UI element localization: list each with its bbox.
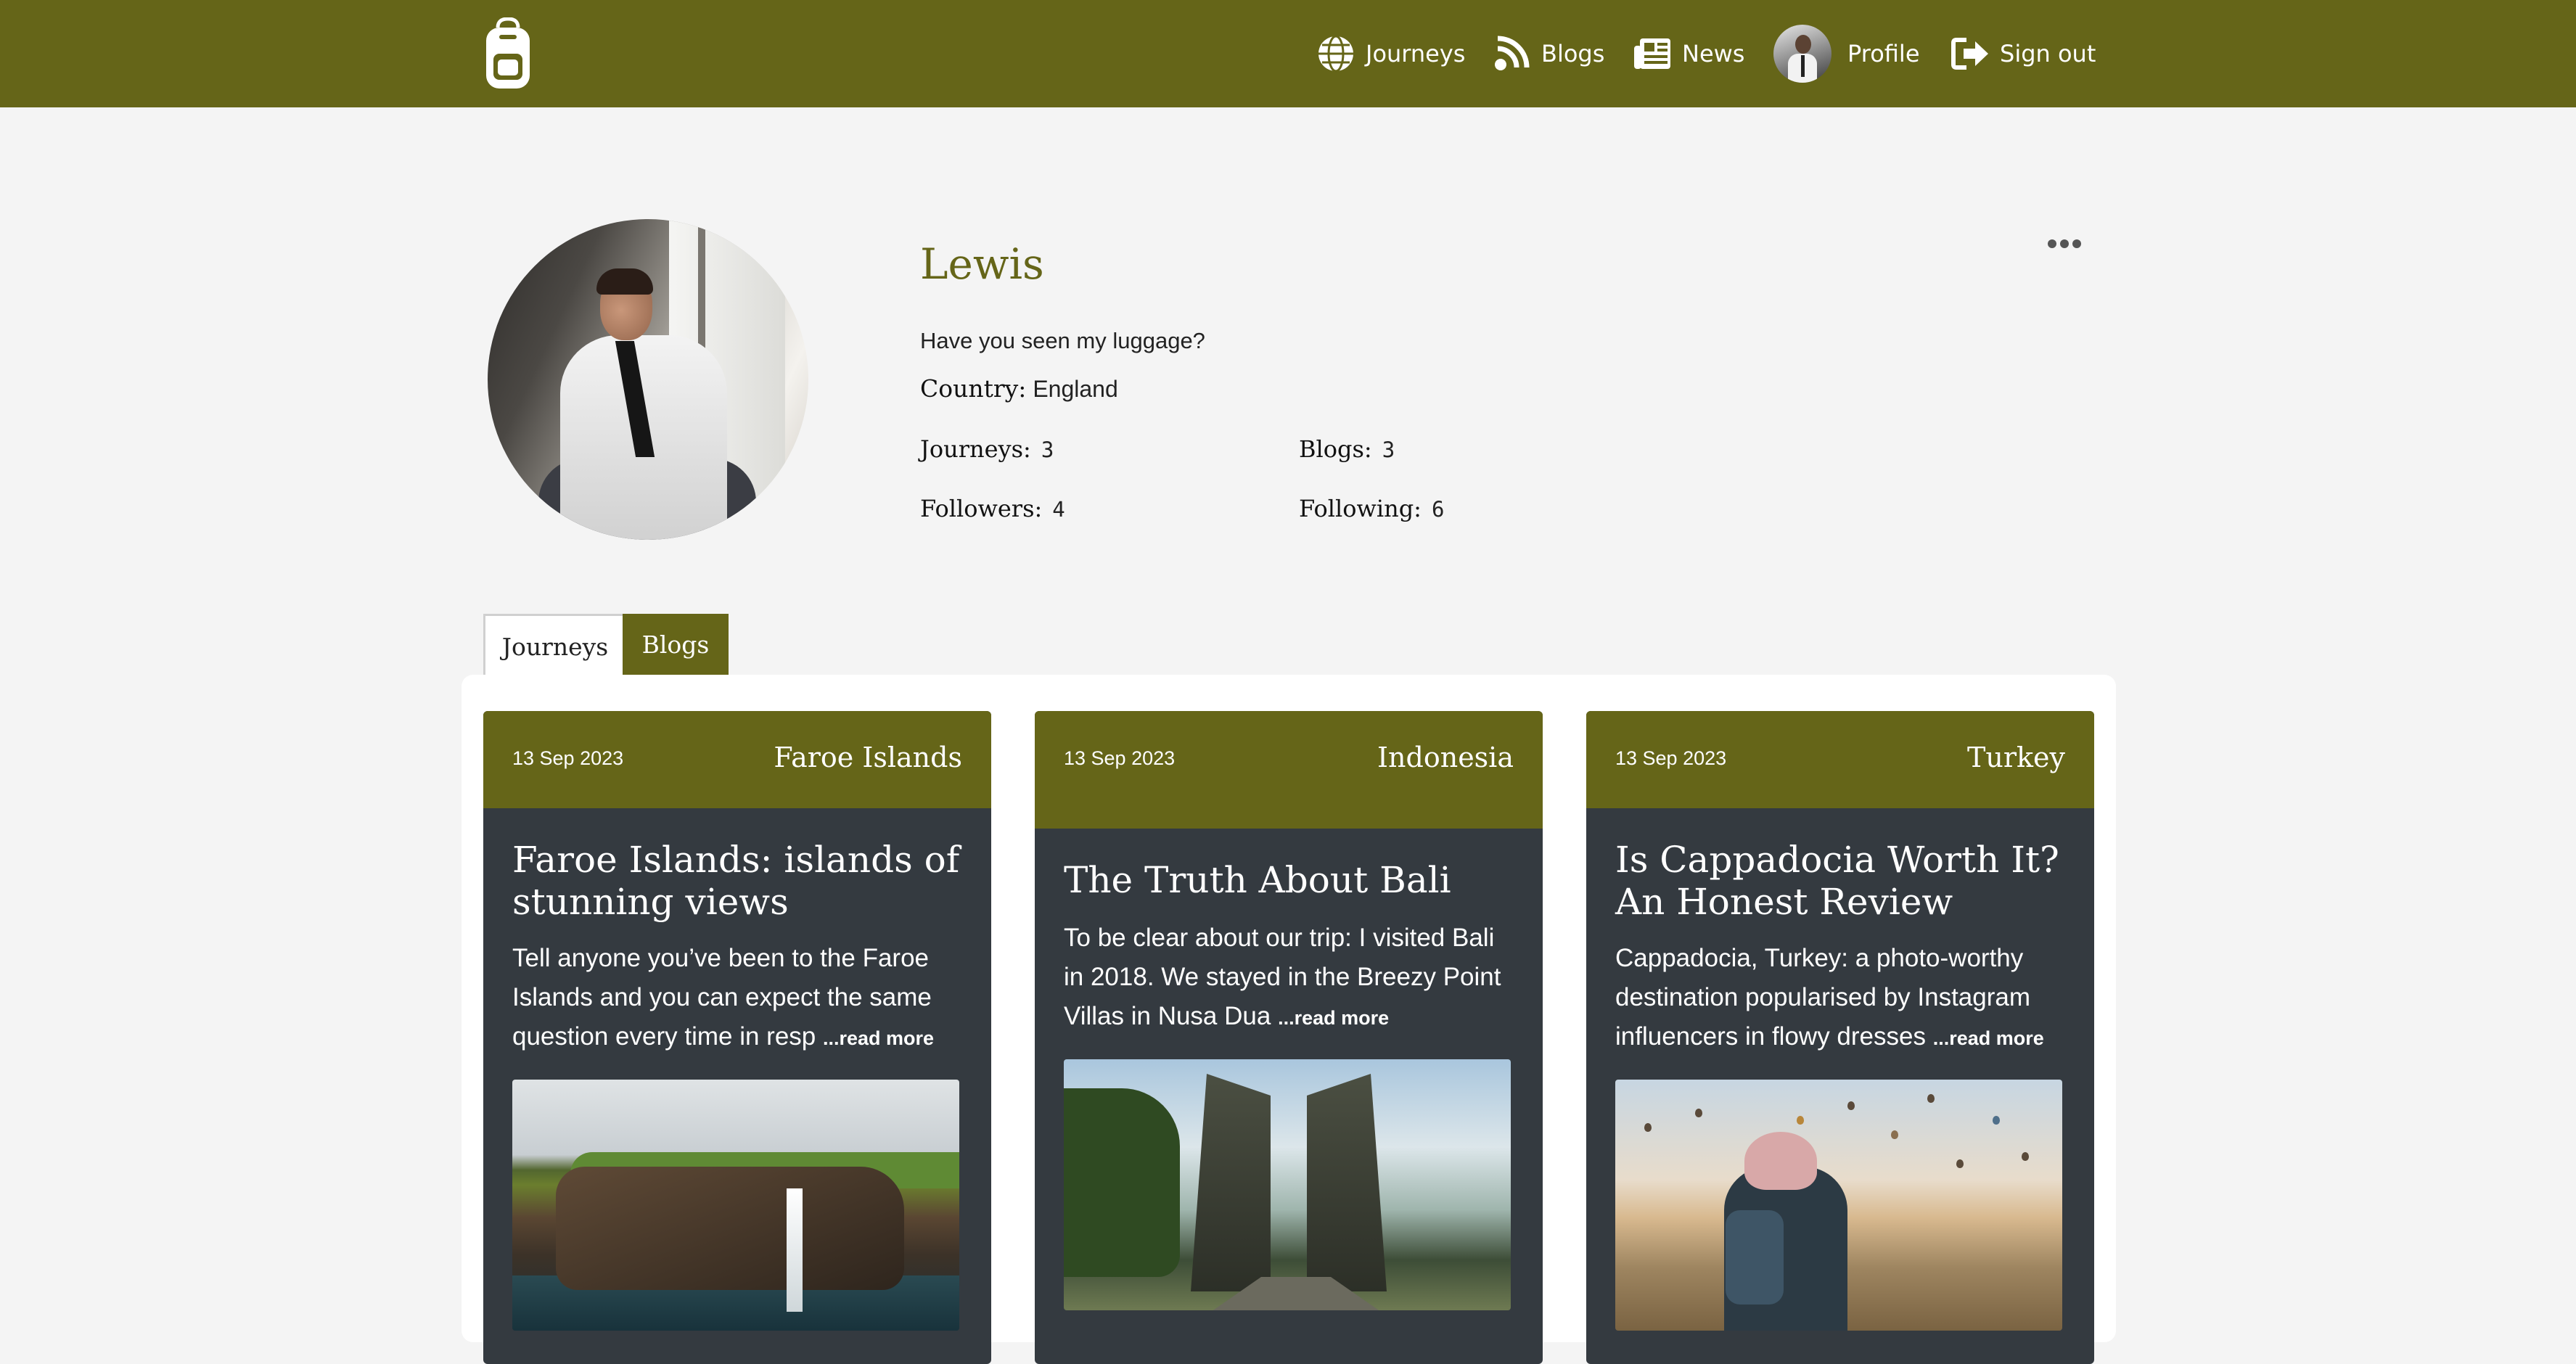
profile-bio: Have you seen my luggage? — [920, 328, 1205, 353]
card-date: 13 Sep 2023 — [1615, 747, 1727, 769]
profile-country: Country: England — [920, 374, 1118, 403]
card-country: Indonesia — [1377, 741, 1514, 773]
stat-blogs-label: Blogs: — [1299, 435, 1372, 463]
card-title[interactable]: The Truth About Bali — [1064, 859, 1514, 901]
profile-name: Lewis — [920, 239, 1044, 289]
stat-journeys-value: 3 — [1041, 437, 1054, 462]
card-title[interactable]: Faroe Islands: islands of stunning views — [512, 839, 962, 923]
card-country: Turkey — [1967, 741, 2065, 773]
nav-news-label: News — [1682, 40, 1745, 67]
country-value: England — [1033, 376, 1118, 402]
backpack-logo-icon[interactable] — [482, 17, 534, 90]
card-image — [512, 1080, 959, 1331]
top-navbar: Journeys Blogs News Profile Sign out — [0, 0, 2576, 107]
tab-blogs[interactable]: Blogs — [623, 614, 729, 675]
card-title[interactable]: Is Cappadocia Worth It? An Honest Review — [1615, 839, 2065, 923]
nav-profile-label: Profile — [1847, 40, 1920, 67]
read-more-link[interactable]: ...read more — [1933, 1027, 2044, 1049]
sign-out-icon — [1951, 38, 1988, 70]
globe-icon — [1318, 35, 1353, 73]
card-header: 13 Sep 2023 Indonesia — [1035, 711, 1543, 829]
read-more-link[interactable]: ...read more — [823, 1027, 934, 1049]
nav-blogs[interactable]: Blogs — [1492, 0, 1604, 107]
card-header: 13 Sep 2023 Faroe Islands — [483, 711, 991, 808]
journey-card[interactable]: 13 Sep 2023 Indonesia The Truth About Ba… — [1035, 711, 1543, 1364]
card-date: 13 Sep 2023 — [512, 747, 624, 769]
card-date: 13 Sep 2023 — [1064, 747, 1176, 769]
stat-following-value: 6 — [1431, 497, 1445, 522]
card-header: 13 Sep 2023 Turkey — [1586, 711, 2094, 808]
rss-icon — [1495, 36, 1530, 70]
tab-journeys[interactable]: Journeys — [483, 614, 625, 677]
nav-profile[interactable]: Profile — [1773, 0, 1920, 107]
stat-blogs: Blogs: 3 — [1299, 435, 1395, 463]
nav-blogs-label: Blogs — [1541, 40, 1605, 67]
nav-journeys-label: Journeys — [1366, 40, 1466, 67]
card-excerpt: Cappadocia, Turkey: a photo-worthy desti… — [1615, 939, 2072, 1058]
card-image — [1615, 1080, 2062, 1331]
stat-followers[interactable]: Followers: 4 — [920, 495, 1065, 522]
stat-following-label: Following: — [1299, 495, 1422, 522]
nav-journeys[interactable]: Journeys — [1316, 0, 1465, 107]
newspaper-icon — [1634, 38, 1670, 69]
avatar — [1773, 25, 1831, 83]
stat-followers-label: Followers: — [920, 495, 1043, 522]
nav-news[interactable]: News — [1633, 0, 1744, 107]
nav-sign-out[interactable]: Sign out — [1951, 0, 2096, 107]
stat-blogs-value: 3 — [1382, 437, 1395, 462]
more-options-icon[interactable] — [2046, 231, 2083, 257]
stat-journeys-label: Journeys: — [920, 435, 1031, 463]
card-country: Faroe Islands — [774, 741, 962, 773]
stat-journeys: Journeys: 3 — [920, 435, 1054, 463]
journey-card[interactable]: 13 Sep 2023 Turkey Is Cappadocia Worth I… — [1586, 711, 2094, 1364]
country-label: Country: — [920, 374, 1027, 403]
card-excerpt: To be clear about our trip: I visited Ba… — [1064, 919, 1521, 1038]
read-more-link[interactable]: ...read more — [1278, 1007, 1389, 1029]
card-image — [1064, 1059, 1511, 1310]
nav-sign-out-label: Sign out — [2000, 40, 2096, 67]
stat-following[interactable]: Following: 6 — [1299, 495, 1444, 522]
card-excerpt: Tell anyone you’ve been to the Faroe Isl… — [512, 939, 969, 1058]
stat-followers-value: 4 — [1052, 497, 1065, 522]
journey-card[interactable]: 13 Sep 2023 Faroe Islands Faroe Islands:… — [483, 711, 991, 1364]
profile-photo — [488, 219, 808, 540]
